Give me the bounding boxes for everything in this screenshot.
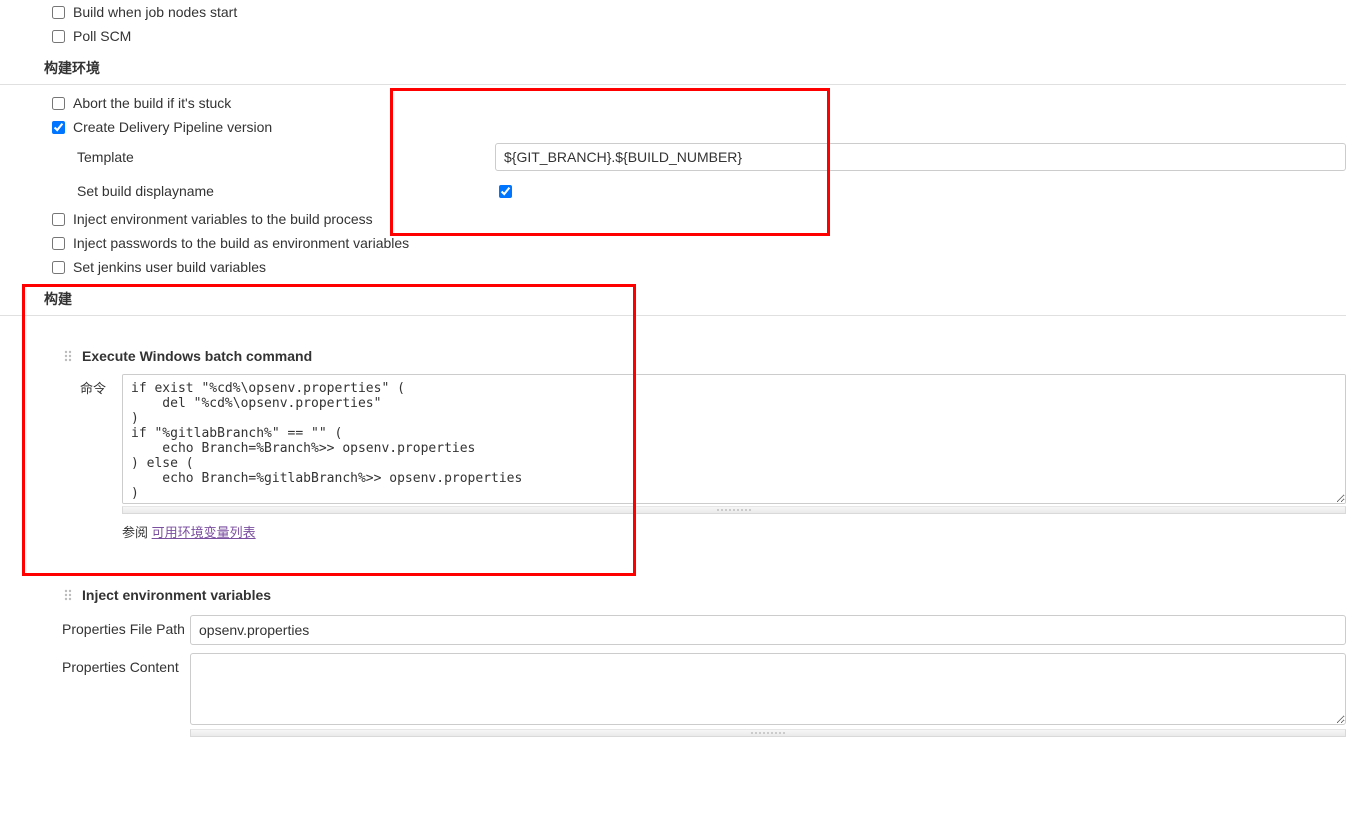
build-step-title-2: Inject environment variables <box>82 587 271 603</box>
properties-content-textarea[interactable] <box>190 653 1346 725</box>
checkbox-inject-passwords[interactable] <box>52 237 65 250</box>
template-input[interactable] <box>495 143 1346 171</box>
build-step-title-1: Execute Windows batch command <box>82 348 312 364</box>
build-step-execute-windows-batch: Execute Windows batch command <box>0 340 1346 372</box>
label-set-jenkins-user: Set jenkins user build variables <box>73 259 266 275</box>
checkbox-poll-scm[interactable] <box>52 30 65 43</box>
label-poll-scm: Poll SCM <box>73 28 131 44</box>
option-create-delivery-pipeline[interactable]: Create Delivery Pipeline version <box>0 115 1346 139</box>
template-input-wrap <box>495 143 1346 171</box>
properties-content-resize-handle[interactable] <box>190 729 1346 737</box>
checkbox-set-displayname[interactable] <box>499 185 512 198</box>
env-var-reference-row: 参阅 可用环境变量列表 <box>0 514 1346 549</box>
properties-file-path-input[interactable] <box>190 615 1346 645</box>
option-abort-build[interactable]: Abort the build if it's stuck <box>0 91 1346 115</box>
field-row-template: Template <box>0 139 1346 175</box>
properties-content-label: Properties Content <box>0 653 190 675</box>
label-template: Template <box>0 149 495 165</box>
label-abort-build: Abort the build if it's stuck <box>73 95 231 111</box>
ref-prefix: 参阅 <box>122 525 152 540</box>
label-set-displayname: Set build displayname <box>0 183 495 199</box>
section-header-build: 构建 <box>0 279 1346 316</box>
option-set-jenkins-user[interactable]: Set jenkins user build variables <box>0 255 1346 279</box>
build-step-inject-env: Inject environment variables <box>0 579 1346 611</box>
option-build-when-job-nodes-start[interactable]: Build when job nodes start <box>0 0 1346 24</box>
section-header-build-env: 构建环境 <box>0 48 1346 85</box>
properties-content-row: Properties Content <box>0 649 1346 729</box>
checkbox-create-delivery-pipeline[interactable] <box>52 121 65 134</box>
option-poll-scm[interactable]: Poll SCM <box>0 24 1346 48</box>
env-var-list-link[interactable]: 可用环境变量列表 <box>152 525 256 540</box>
label-inject-passwords: Inject passwords to the build as environ… <box>73 235 409 251</box>
option-inject-passwords[interactable]: Inject passwords to the build as environ… <box>0 231 1346 255</box>
checkbox-set-jenkins-user[interactable] <box>52 261 65 274</box>
checkbox-inject-env[interactable] <box>52 213 65 226</box>
checkbox-build-when-job-nodes-start[interactable] <box>52 6 65 19</box>
checkbox-abort-build[interactable] <box>52 97 65 110</box>
command-label: 命令 <box>0 374 122 397</box>
command-resize-handle[interactable] <box>122 506 1346 514</box>
label-inject-env: Inject environment variables to the buil… <box>73 211 373 227</box>
properties-file-path-row: Properties File Path <box>0 611 1346 649</box>
command-row: 命令 <box>0 372 1346 506</box>
drag-handle-icon[interactable] <box>62 588 76 602</box>
jenkins-config-page: Build when job nodes start Poll SCM 构建环境… <box>0 0 1346 777</box>
drag-handle-icon[interactable] <box>62 349 76 363</box>
set-displayname-checkbox-wrap <box>495 182 1346 201</box>
properties-file-path-label: Properties File Path <box>0 615 190 637</box>
option-inject-env[interactable]: Inject environment variables to the buil… <box>0 207 1346 231</box>
label-build-when-job-nodes-start: Build when job nodes start <box>73 4 237 20</box>
command-textarea[interactable] <box>122 374 1346 504</box>
label-create-delivery-pipeline: Create Delivery Pipeline version <box>73 119 272 135</box>
field-row-set-displayname: Set build displayname <box>0 175 1346 207</box>
